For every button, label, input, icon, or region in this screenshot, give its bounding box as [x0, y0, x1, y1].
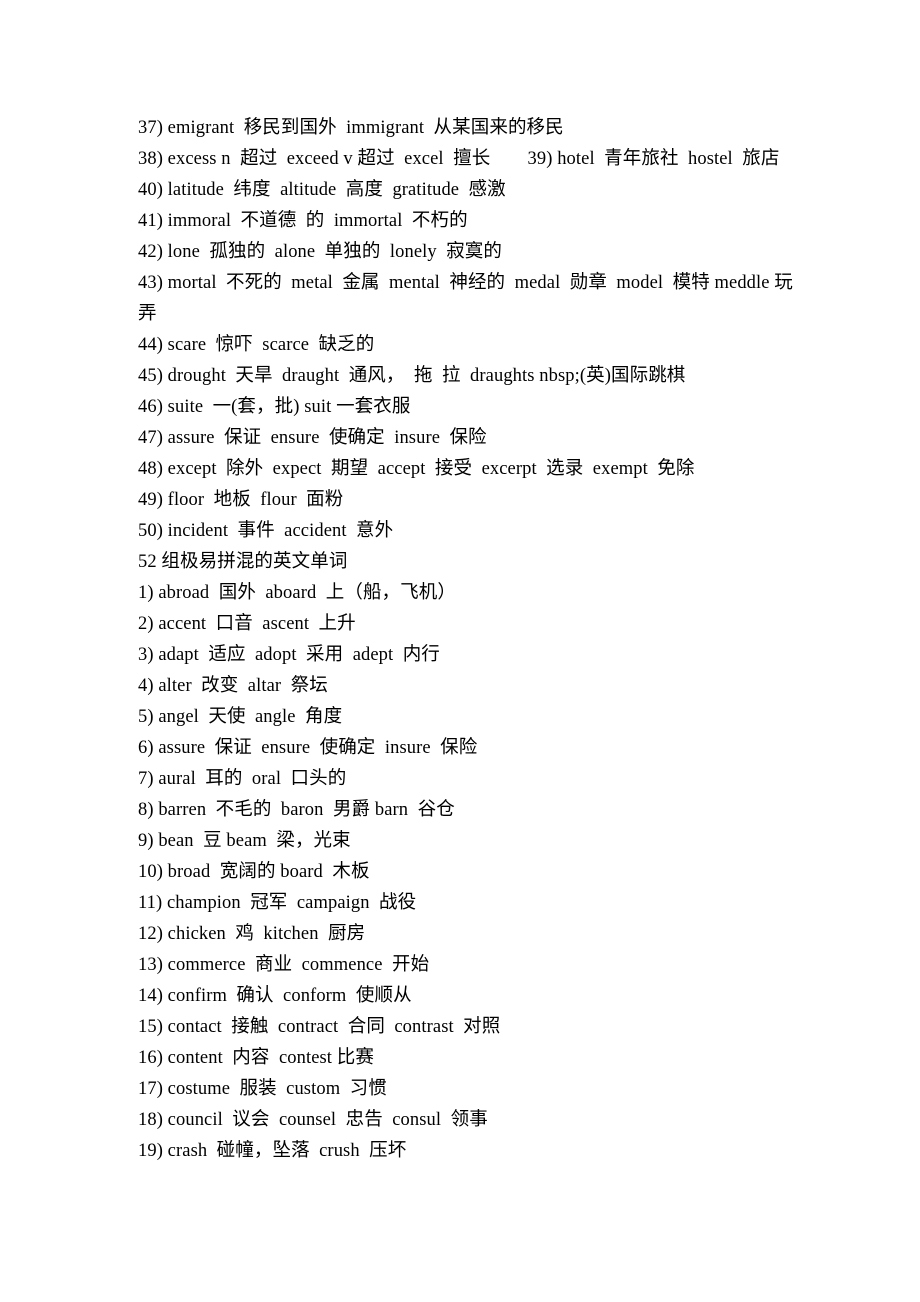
- vocab-entry: 46) suite 一(套，批) suit 一套衣服: [138, 397, 411, 417]
- vocab-entry: 4) alter 改变 altar 祭坛: [138, 676, 328, 696]
- vocab-entry: 50) incident 事件 accident 意外: [138, 521, 394, 541]
- vocab-entry: 42) lone 孤独的 alone 单独的 lonely 寂寞的: [138, 242, 502, 262]
- document-body: 37) emigrant 移民到国外 immigrant 从某国来的移民 38)…: [138, 113, 838, 1167]
- vocab-entry: 3) adapt 适应 adopt 采用 adept 内行: [138, 645, 440, 665]
- vocab-entry: 9) bean 豆 beam 梁，光束: [138, 831, 351, 851]
- vocab-entry: 8) barren 不毛的 baron 男爵 barn 谷仓: [138, 800, 455, 820]
- vocab-entry: 43) mortal 不死的 metal 金属 mental 神经的 medal…: [138, 273, 793, 324]
- vocab-entry: 5) angel 天使 angle 角度: [138, 707, 343, 727]
- vocab-entry: 16) content 内容 contest 比赛: [138, 1048, 374, 1068]
- vocab-entry: 19) crash 碰幢，坠落 crush 压坏: [138, 1141, 407, 1161]
- vocab-entry: 7) aural 耳的 oral 口头的: [138, 769, 347, 789]
- vocab-entry: 41) immoral 不道德 的 immortal 不朽的: [138, 211, 468, 231]
- vocab-entry: 44) scare 惊吓 scarce 缺乏的: [138, 335, 375, 355]
- vocab-entry: 15) contact 接触 contract 合同 contrast 对照: [138, 1017, 501, 1037]
- vocab-entry: 1) abroad 国外 aboard 上（船，飞机）: [138, 583, 456, 603]
- vocab-entry: 12) chicken 鸡 kitchen 厨房: [138, 924, 366, 944]
- vocab-entry: 40) latitude 纬度 altitude 高度 gratitude 感激: [138, 180, 506, 200]
- document-page: 37) emigrant 移民到国外 immigrant 从某国来的移民 38)…: [0, 0, 920, 1302]
- vocab-entry: 45) drought 天旱 draught 通风， 拖 拉 draughts …: [138, 366, 686, 386]
- section-heading: 52 组极易拼混的英文单词: [138, 552, 348, 572]
- vocab-entry: 48) except 除外 expect 期望 accept 接受 excerp…: [138, 459, 695, 479]
- vocab-entry: 2) accent 口音 ascent 上升: [138, 614, 356, 634]
- vocab-entry: 49) floor 地板 flour 面粉: [138, 490, 344, 510]
- vocab-entry: 37) emigrant 移民到国外 immigrant 从某国来的移民: [138, 118, 564, 138]
- vocab-entry: 17) costume 服装 custom 习惯: [138, 1079, 387, 1099]
- vocab-entry: 47) assure 保证 ensure 使确定 insure 保险: [138, 428, 487, 448]
- vocab-entry: 13) commerce 商业 commence 开始: [138, 955, 430, 975]
- vocab-entry: 10) broad 宽阔的 board 木板: [138, 862, 370, 882]
- vocab-entry: 18) council 议会 counsel 忠告 consul 领事: [138, 1110, 488, 1130]
- vocab-entry: 6) assure 保证 ensure 使确定 insure 保险: [138, 738, 478, 758]
- vocab-entry: 38) excess n 超过 exceed v 超过 excel 擅长 39)…: [138, 149, 780, 169]
- vocab-entry: 11) champion 冠军 campaign 战役: [138, 893, 417, 913]
- vocab-entry: 14) confirm 确认 conform 使顺从: [138, 986, 412, 1006]
